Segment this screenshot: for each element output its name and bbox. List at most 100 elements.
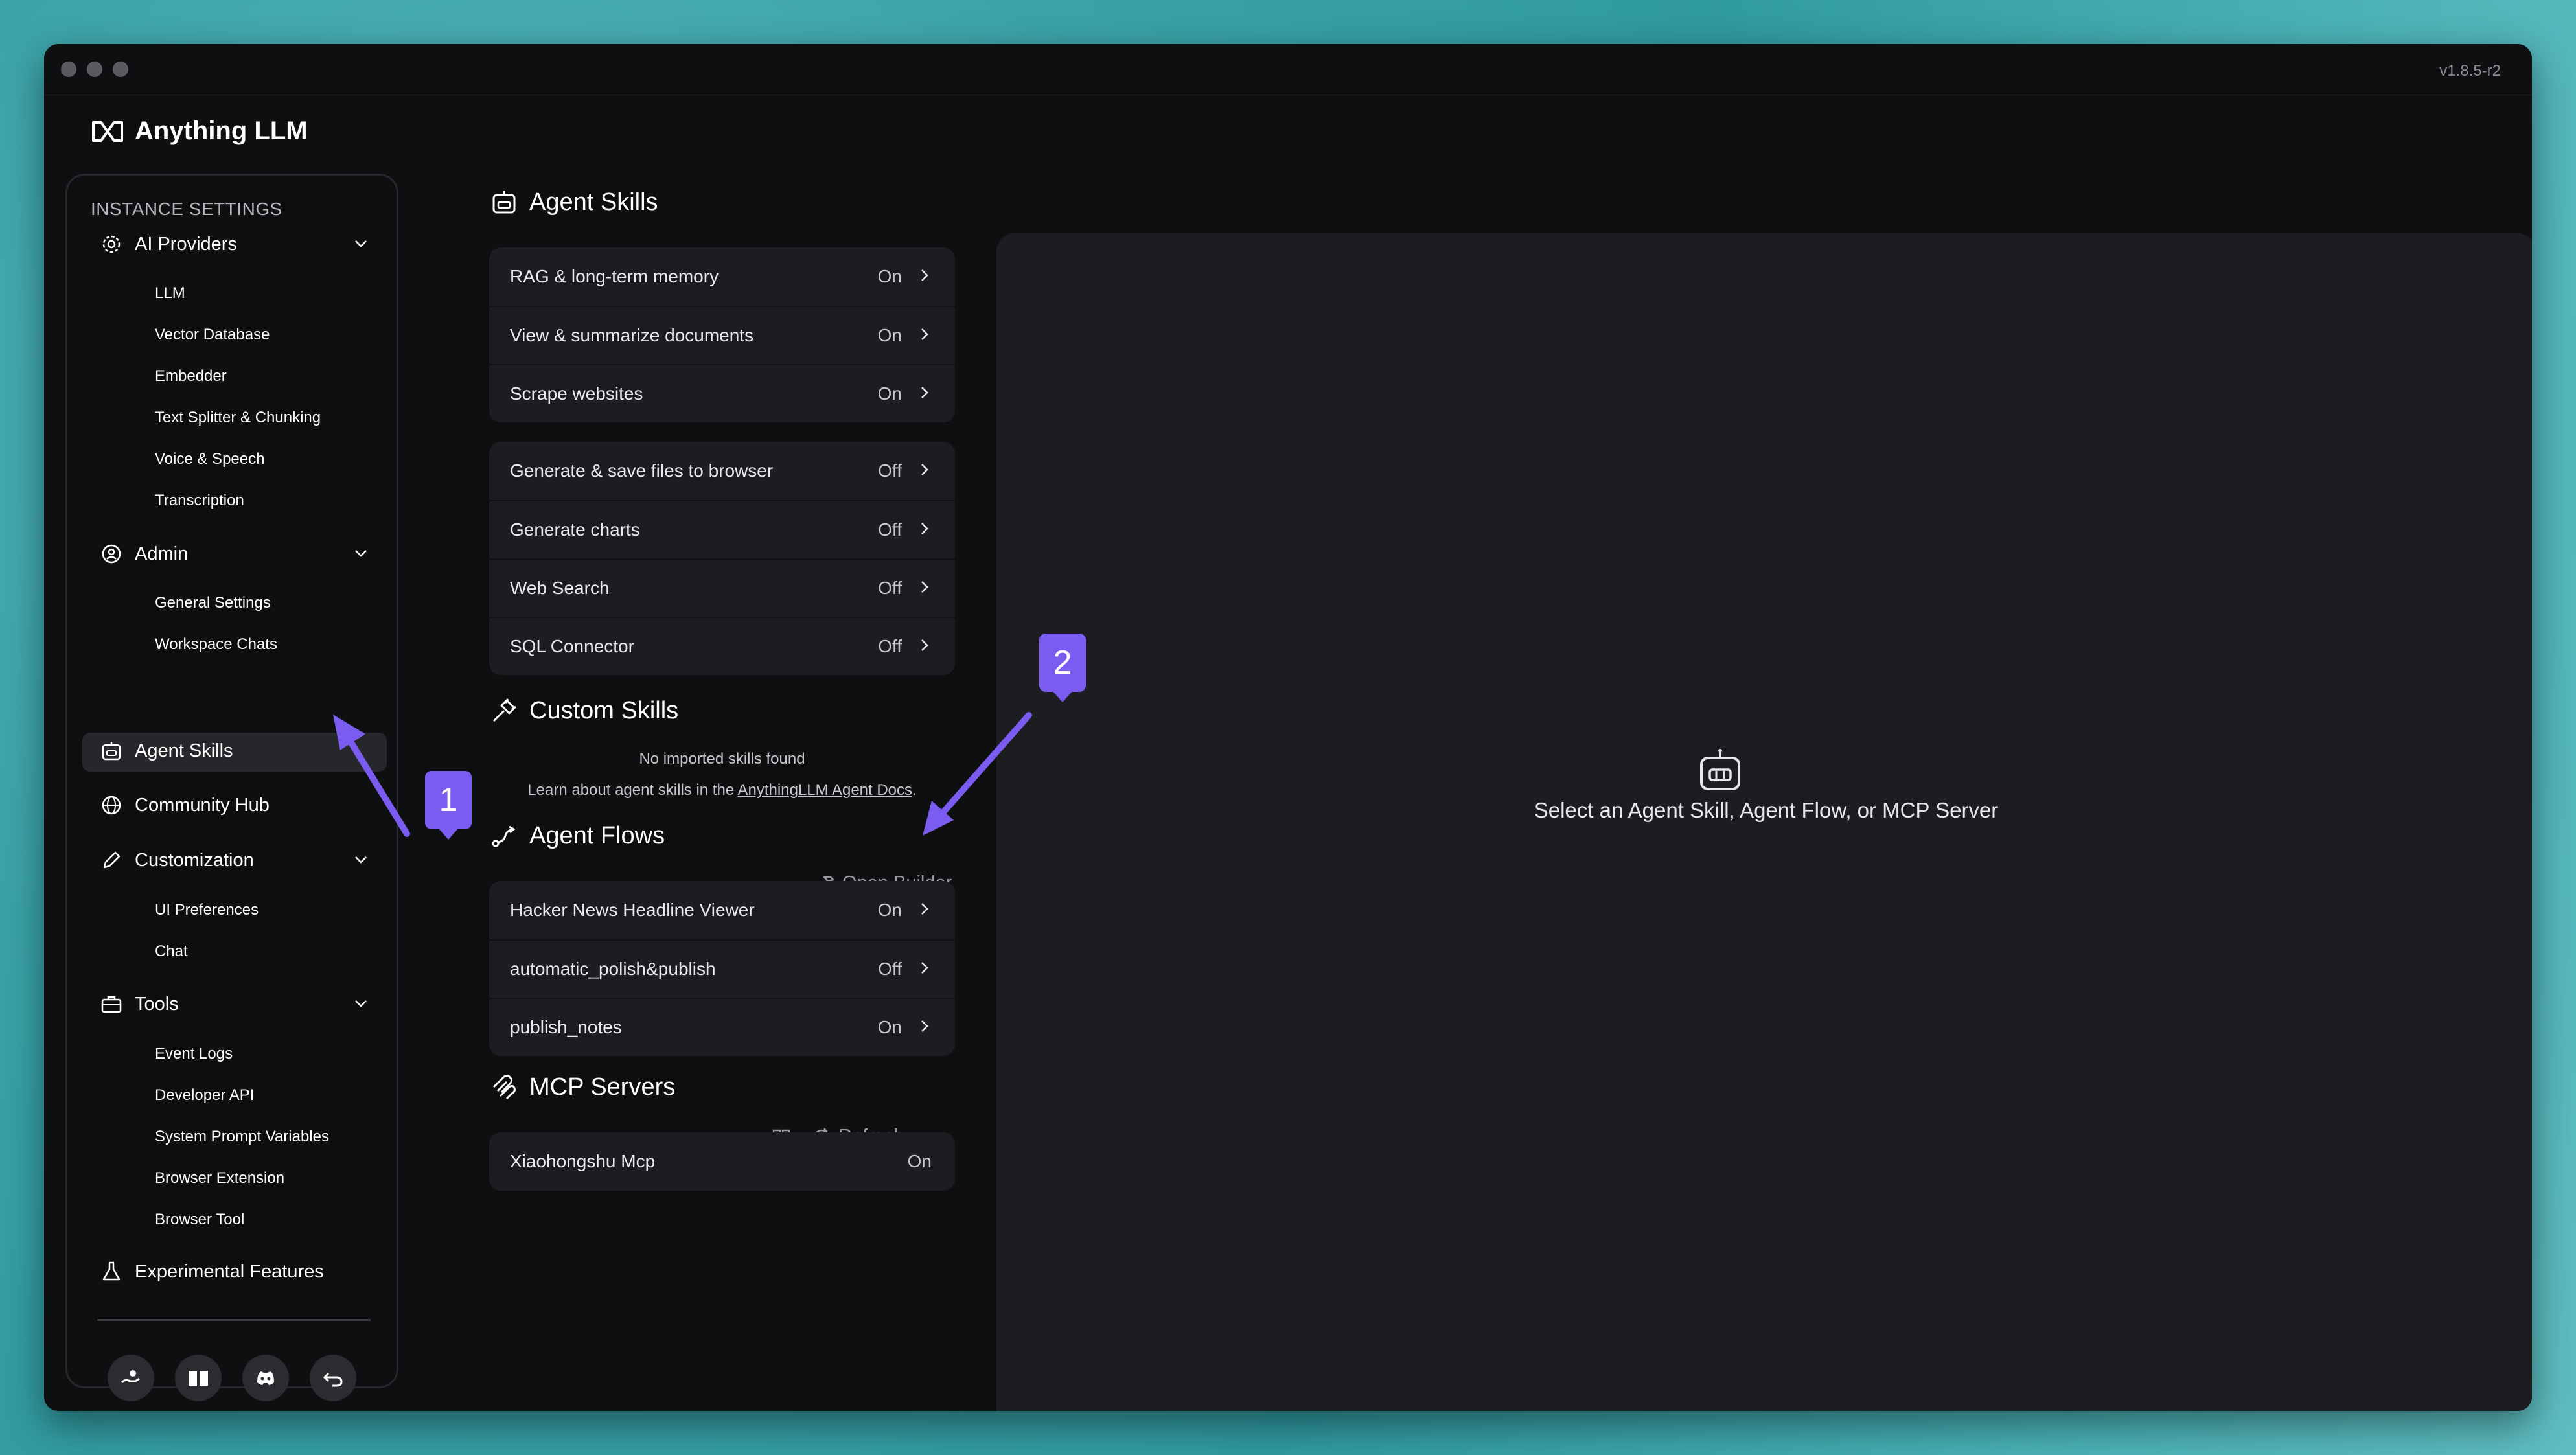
settings-sidebar: INSTANCE SETTINGS AI Providers LLM Vecto… (65, 174, 398, 1401)
skill-label: Web Search (510, 578, 610, 598)
gear-icon (98, 231, 124, 257)
sidebar-subitem-chat[interactable]: Chat (155, 943, 188, 961)
chevron-down-icon[interactable] (351, 850, 371, 875)
sidebar-subitem-vector-database[interactable]: Vector Database (155, 326, 270, 344)
app-window: v1.8.5-r2 Anything LLM INSTANCE SETTINGS… (44, 44, 2532, 1411)
skill-label: View & summarize documents (510, 325, 754, 345)
chevron-right-icon (917, 636, 932, 657)
sidebar-item-admin[interactable]: Admin (98, 541, 397, 567)
sidebar-item-label: Admin (135, 543, 189, 564)
flow-status: Off (878, 959, 902, 979)
title-bar: v1.8.5-r2 (44, 44, 2532, 95)
chevron-down-icon[interactable] (351, 234, 371, 258)
zoom-window-dot[interactable] (113, 62, 128, 77)
sidebar-subitem-system-prompt-variables[interactable]: System Prompt Variables (155, 1128, 329, 1146)
skill-status: On (877, 384, 902, 404)
custom-skills-title: Custom Skills (489, 696, 678, 726)
sidebar-subitem-event-logs[interactable]: Event Logs (155, 1045, 233, 1063)
sidebar-divider (97, 1319, 371, 1321)
skill-label: SQL Connector (510, 636, 634, 656)
skill-status: Off (878, 461, 902, 481)
close-window-dot[interactable] (61, 62, 76, 77)
minimize-window-dot[interactable] (87, 62, 102, 77)
discord-button[interactable] (242, 1355, 289, 1401)
skill-row-save-files[interactable]: Generate & save files to browser Off (489, 442, 955, 500)
chevron-down-icon[interactable] (351, 994, 371, 1018)
sidebar-item-tools[interactable]: Tools (98, 991, 397, 1017)
skill-status: Off (878, 636, 902, 656)
chevron-right-icon (917, 900, 932, 921)
callout-badge-one: 1 (425, 771, 472, 840)
sidebar-subitem-llm[interactable]: LLM (155, 284, 185, 303)
sidebar-item-experimental-features[interactable]: Experimental Features (98, 1259, 397, 1285)
chevron-right-icon (917, 325, 932, 346)
agent-docs-link[interactable]: AnythingLLM Agent Docs (738, 781, 913, 799)
skill-label: Scrape websites (510, 384, 643, 404)
docs-button[interactable] (175, 1355, 222, 1401)
optional-skills-group: Generate & save files to browser Off Gen… (489, 442, 955, 675)
support-icon (121, 1370, 140, 1384)
sidebar-subitem-developer-api[interactable]: Developer API (155, 1086, 254, 1105)
agent-skills-title: Agent Skills (489, 187, 658, 217)
section-title-text: Custom Skills (529, 696, 679, 724)
custom-skills-learn-text: Learn about agent skills in the Anything… (489, 781, 955, 799)
sidebar-item-ai-providers[interactable]: AI Providers (98, 231, 397, 257)
chevron-right-icon (917, 520, 932, 540)
pencil-icon (98, 847, 124, 873)
mcp-servers-title: MCP Servers (489, 1072, 675, 1102)
skill-row-rag-memory[interactable]: RAG & long-term memory On (489, 247, 955, 306)
undo-arrow-icon (323, 1372, 343, 1387)
sidebar-item-label: Agent Skills (135, 740, 233, 761)
sidebar-subitem-embedder[interactable]: Embedder (155, 367, 227, 385)
flow-row-publish-notes[interactable]: publish_notes On (489, 998, 955, 1056)
flow-row-hacker-news[interactable]: Hacker News Headline Viewer On (489, 881, 955, 939)
brand-name: Anything LLM (135, 117, 308, 145)
back-button[interactable] (310, 1355, 356, 1401)
chevron-right-icon (917, 959, 932, 980)
toolbox-icon (98, 991, 124, 1017)
default-skills-group: RAG & long-term memory On View & summari… (489, 247, 955, 422)
section-title-text: Agent Flows (529, 821, 665, 849)
flow-icon (489, 821, 519, 851)
skill-row-generate-charts[interactable]: Generate charts Off (489, 500, 955, 558)
agent-flows-group: Hacker News Headline Viewer On automatic… (489, 881, 955, 1056)
mcp-row-xiaohongshu[interactable]: Xiaohongshu Mcp On (489, 1132, 955, 1191)
flow-status: On (877, 900, 902, 920)
mcp-servers-group: Xiaohongshu Mcp On (489, 1132, 955, 1191)
chevron-right-icon (917, 1017, 932, 1038)
sidebar-item-label: Experimental Features (135, 1261, 324, 1282)
sidebar-item-customization[interactable]: Customization (98, 847, 397, 873)
callout-badge-two: 2 (1039, 634, 1086, 702)
skill-status: On (877, 325, 902, 345)
sidebar-subitem-voice-speech[interactable]: Voice & Speech (155, 450, 264, 468)
support-button[interactable] (108, 1355, 154, 1401)
chevron-down-icon[interactable] (351, 544, 371, 568)
skill-status: On (877, 266, 902, 286)
no-custom-skills-text: No imported skills found (639, 750, 805, 768)
sidebar-subitem-transcription[interactable]: Transcription (155, 492, 244, 510)
flow-status: On (877, 1017, 902, 1037)
sidebar-subitem-text-splitter[interactable]: Text Splitter & Chunking (155, 409, 321, 427)
skill-label: Generate charts (510, 520, 640, 540)
mcp-status: On (907, 1151, 932, 1171)
sidebar-item-agent-skills[interactable]: Agent Skills (98, 738, 397, 764)
skill-row-sql-connector[interactable]: SQL Connector Off (489, 617, 955, 675)
flask-icon (98, 1259, 124, 1285)
flow-label: publish_notes (510, 1017, 622, 1037)
sidebar-subitem-browser-extension[interactable]: Browser Extension (155, 1169, 284, 1187)
skill-row-web-search[interactable]: Web Search Off (489, 558, 955, 617)
sidebar-subitem-workspace-chats[interactable]: Workspace Chats (155, 636, 277, 654)
skill-label: RAG & long-term memory (510, 266, 719, 286)
sidebar-header: INSTANCE SETTINGS (91, 199, 282, 219)
chevron-right-icon (917, 578, 932, 599)
sidebar-subitem-general-settings[interactable]: General Settings (155, 594, 271, 612)
mcp-icon (489, 1072, 519, 1102)
sidebar-item-community-hub[interactable]: Community Hub (98, 792, 397, 818)
flow-row-automatic-polish[interactable]: automatic_polish&publish Off (489, 939, 955, 998)
sidebar-subitem-ui-preferences[interactable]: UI Preferences (155, 901, 259, 919)
sidebar-subitem-browser-tool[interactable]: Browser Tool (155, 1211, 244, 1229)
mcp-label: Xiaohongshu Mcp (510, 1151, 656, 1171)
learn-suffix: . (912, 781, 917, 799)
skill-row-scrape-websites[interactable]: Scrape websites On (489, 364, 955, 422)
skill-row-view-summarize[interactable]: View & summarize documents On (489, 306, 955, 364)
